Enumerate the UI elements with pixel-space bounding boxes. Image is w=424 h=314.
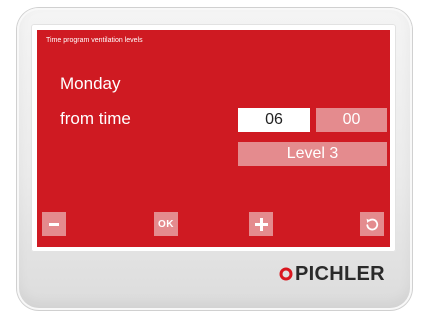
ok-button[interactable]: OK bbox=[154, 212, 178, 236]
display-screen: Time program ventilation levels Monday f… bbox=[37, 30, 390, 247]
undo-icon bbox=[366, 218, 379, 231]
minus-button[interactable] bbox=[42, 212, 66, 236]
day-label[interactable]: Monday bbox=[60, 74, 120, 94]
display-bezel: Time program ventilation levels Monday f… bbox=[31, 24, 396, 252]
ring-logo-icon bbox=[279, 267, 293, 281]
control-panel-device: Time program ventilation levels Monday f… bbox=[17, 8, 412, 310]
undo-button[interactable] bbox=[360, 212, 384, 236]
plus-button[interactable] bbox=[249, 212, 273, 236]
ok-button-label: OK bbox=[158, 218, 174, 230]
plus-icon bbox=[254, 217, 268, 231]
brand-name: PICHLER bbox=[295, 262, 385, 285]
minute-field[interactable]: 00 bbox=[316, 108, 387, 132]
hour-field[interactable]: 06 bbox=[238, 108, 310, 132]
ventilation-level-field[interactable]: Level 3 bbox=[238, 142, 387, 166]
from-time-label: from time bbox=[60, 109, 131, 128]
brand-logo: PICHLER bbox=[279, 262, 385, 286]
screen-title: Time program ventilation levels bbox=[46, 37, 143, 44]
minus-icon bbox=[49, 222, 59, 226]
